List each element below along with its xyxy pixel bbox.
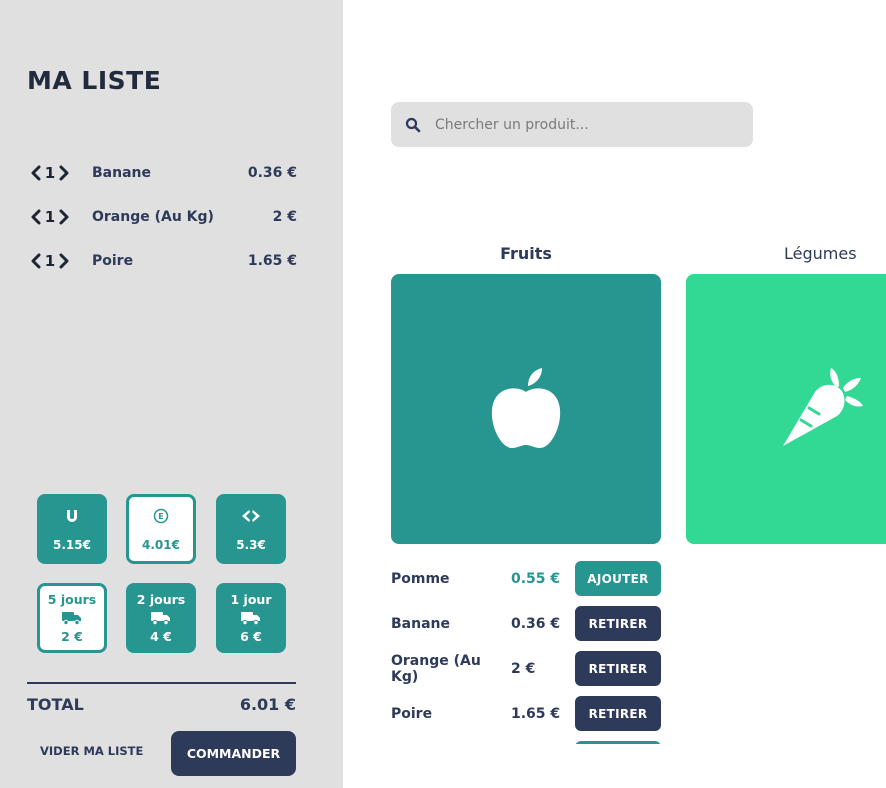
store-option-carrefour[interactable]: 5.3€ xyxy=(216,494,286,564)
delivery-option-2-days[interactable]: 2 jours 4 € xyxy=(126,583,196,653)
delivery-delay: 5 jours xyxy=(47,591,97,607)
total-label: TOTAL xyxy=(27,695,84,714)
quantity-stepper: 1 xyxy=(29,208,92,226)
truck-icon xyxy=(151,611,170,625)
store-option-leclerc[interactable]: E 4.01€ xyxy=(126,494,196,564)
search-icon xyxy=(405,117,421,132)
add-product-button[interactable]: AJOUTER xyxy=(575,561,661,596)
quantity-stepper: 1 xyxy=(29,252,92,270)
list-item-price: 2 € xyxy=(272,209,297,225)
increase-quantity-icon[interactable] xyxy=(57,164,71,182)
increase-quantity-icon[interactable] xyxy=(57,252,71,270)
decrease-quantity-icon[interactable] xyxy=(29,208,43,226)
product-row: Orange (Au Kg) 2 € RETIRER xyxy=(391,651,661,686)
delivery-price: 6 € xyxy=(240,628,262,644)
delivery-option-5-days[interactable]: 5 jours 2 € xyxy=(37,583,107,653)
product-name: Pomme xyxy=(391,570,450,587)
apple-icon xyxy=(491,368,561,448)
list-item: 1 Poire 1.65 € xyxy=(29,249,297,273)
list-item: 1 Banane 0.36 € xyxy=(29,161,297,185)
store-option-u[interactable]: 5.15€ xyxy=(37,494,107,564)
store-price: 5.3€ xyxy=(236,538,266,552)
leclerc-logo-icon: E xyxy=(153,506,169,526)
product-price: 0.36 € xyxy=(511,615,561,632)
svg-text:E: E xyxy=(158,512,163,521)
product-row: Pomme 0.55 € AJOUTER xyxy=(391,561,661,596)
product-price: 2 € xyxy=(511,660,536,677)
truck-icon xyxy=(241,611,260,625)
category-card-legumes[interactable] xyxy=(686,274,886,544)
delivery-delay: 1 jour xyxy=(230,591,272,607)
category-title-legumes: Légumes xyxy=(784,244,857,263)
clear-list-button[interactable]: VIDER MA LISTE xyxy=(40,744,143,758)
magasins-u-logo-icon xyxy=(65,506,79,526)
product-name: Poire xyxy=(391,705,433,722)
category-card-fruits[interactable] xyxy=(391,274,661,544)
remove-product-button[interactable]: RETIRER xyxy=(575,606,661,641)
category-title-fruits: Fruits xyxy=(500,244,552,263)
quantity-value: 1 xyxy=(44,208,56,226)
decrease-quantity-icon[interactable] xyxy=(29,164,43,182)
product-row-partial xyxy=(391,741,661,744)
store-price: 5.15€ xyxy=(53,538,91,552)
quantity-stepper: 1 xyxy=(29,164,92,182)
list-item-name: Banane xyxy=(92,165,151,181)
remove-product-button[interactable]: RETIRER xyxy=(575,651,661,686)
list-title: MA LISTE xyxy=(27,66,162,95)
list-item-name: Poire xyxy=(92,253,134,269)
product-row: Poire 1.65 € RETIRER xyxy=(391,696,661,731)
truck-icon xyxy=(62,611,81,625)
product-price: 1.65 € xyxy=(511,705,561,722)
store-price: 4.01€ xyxy=(142,538,180,552)
product-price: 0.55 € xyxy=(511,570,561,587)
product-row: Banane 0.36 € RETIRER xyxy=(391,606,661,641)
list-item-price: 1.65 € xyxy=(247,253,297,269)
product-list: Pomme 0.55 € AJOUTER Banane 0.36 € RETIR… xyxy=(391,561,661,744)
delivery-price: 2 € xyxy=(61,628,83,644)
remove-product-button[interactable]: RETIRER xyxy=(575,696,661,731)
search-bar xyxy=(391,102,753,147)
order-button[interactable]: COMMANDER xyxy=(171,731,296,776)
partially-visible-product-button[interactable] xyxy=(575,741,661,744)
search-input[interactable] xyxy=(435,116,735,133)
list-item-name: Orange (Au Kg) xyxy=(92,209,214,225)
quantity-value: 1 xyxy=(44,164,56,182)
product-name: Orange (Au Kg) xyxy=(391,652,481,685)
list-item-price: 0.36 € xyxy=(247,165,297,181)
increase-quantity-icon[interactable] xyxy=(57,208,71,226)
total-value: 6.01 € xyxy=(239,695,296,714)
decrease-quantity-icon[interactable] xyxy=(29,252,43,270)
product-name: Banane xyxy=(391,615,450,632)
carrefour-logo-icon xyxy=(240,506,262,526)
shopping-list-sidebar: MA LISTE 1 Banane 0.36 € 1 Orange (Au Kg… xyxy=(0,0,343,788)
quantity-value: 1 xyxy=(44,252,56,270)
delivery-price: 4 € xyxy=(150,628,172,644)
delivery-delay: 2 jours xyxy=(136,591,186,607)
delivery-option-1-day[interactable]: 1 jour 6 € xyxy=(216,583,286,653)
carrot-icon xyxy=(783,368,863,446)
list-item: 1 Orange (Au Kg) 2 € xyxy=(29,205,297,229)
total-divider xyxy=(27,682,296,684)
